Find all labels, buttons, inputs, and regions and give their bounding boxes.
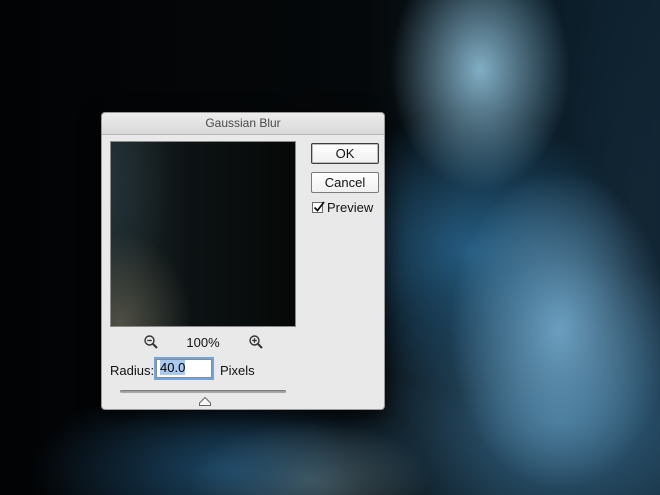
checkmark-icon [313,200,325,212]
slider-thumb-icon[interactable] [198,393,211,406]
blur-preview-pane[interactable] [110,141,296,327]
preview-checkbox[interactable] [312,200,325,213]
zoom-level: 100% [186,335,220,350]
preview-label: Preview [327,199,374,215]
dialog-title: Gaussian Blur [102,113,384,135]
radius-unit-label: Pixels [220,363,255,378]
radius-value: 40.0 [160,360,186,375]
radius-input[interactable]: 40.0 [156,359,212,378]
gaussian-blur-dialog: Gaussian Blur 100% OK Cancel Preview Rad… [101,112,385,410]
radius-slider[interactable] [120,390,286,406]
zoom-in-icon[interactable] [248,334,264,350]
cancel-button[interactable]: Cancel [311,172,379,193]
ok-button[interactable]: OK [311,143,379,164]
radius-label: Radius: [110,363,155,378]
zoom-controls: 100% [110,332,296,352]
preview-checkbox-row[interactable]: Preview [312,199,373,215]
